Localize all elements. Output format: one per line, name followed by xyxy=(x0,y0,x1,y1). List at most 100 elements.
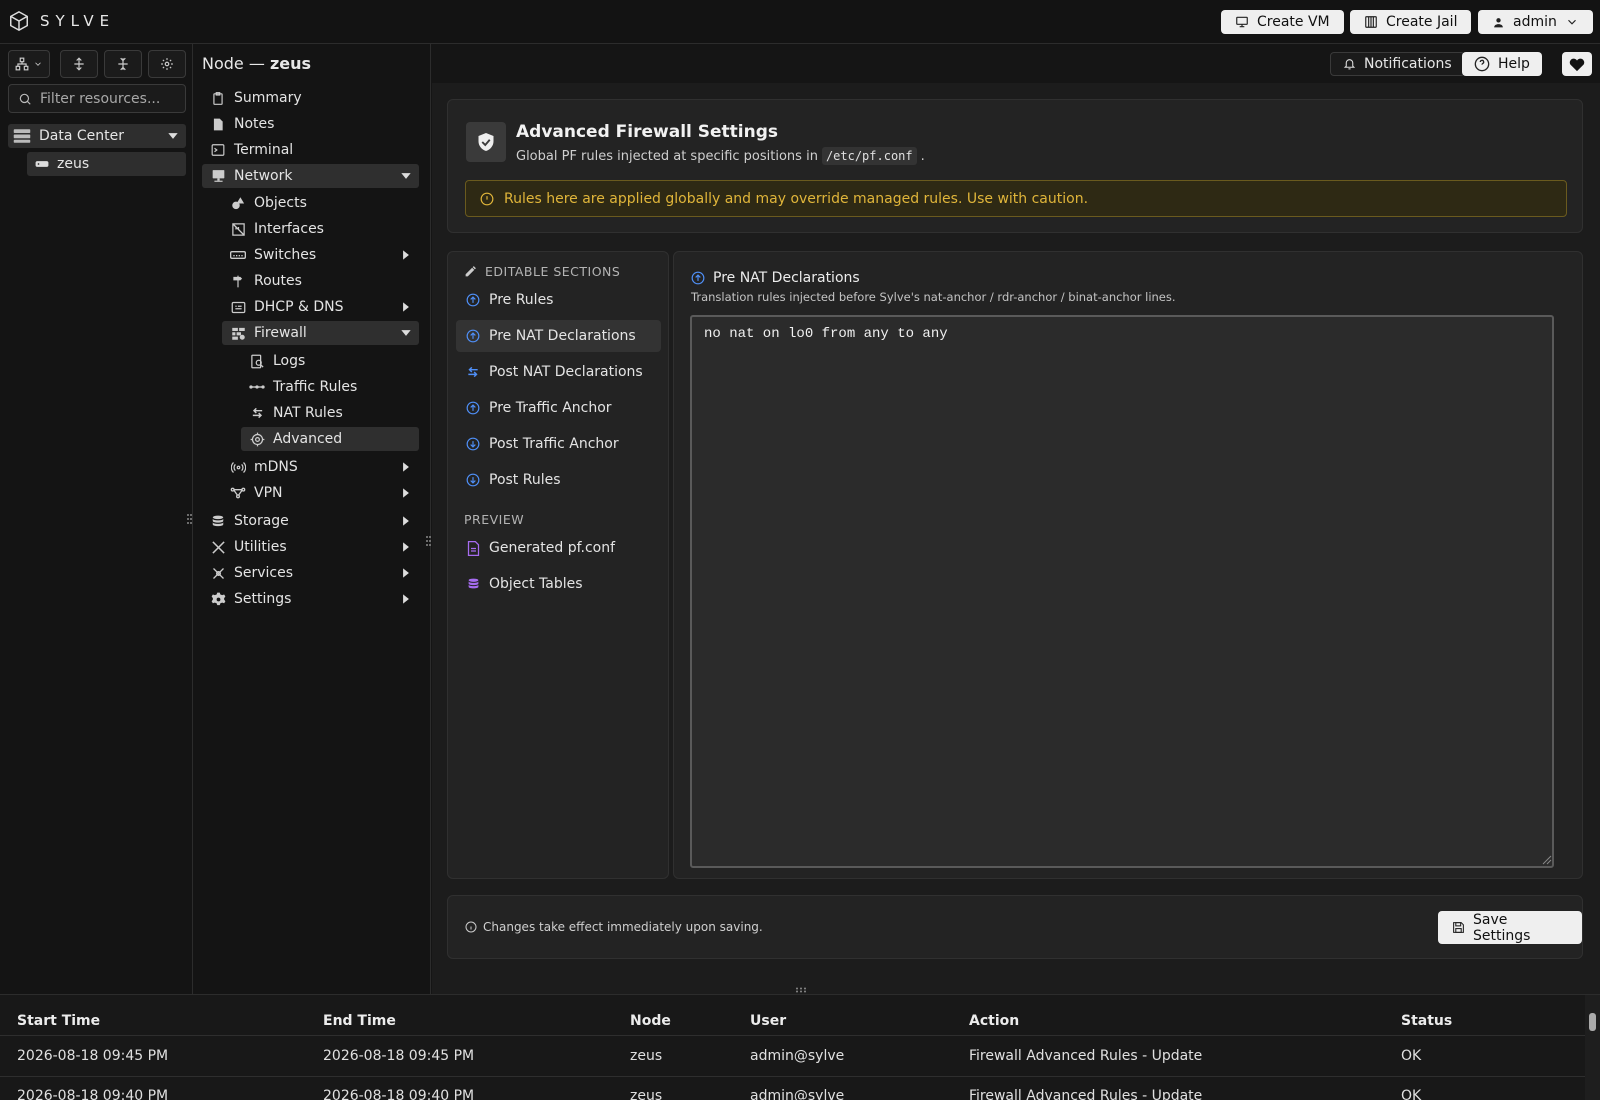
nav-storage[interactable]: Storage xyxy=(202,509,419,533)
nav-notes[interactable]: Notes xyxy=(202,112,419,136)
column-header-action[interactable]: Action xyxy=(969,1013,1019,1029)
preview-item-generated-pf-conf[interactable]: Generated pf.conf xyxy=(456,532,661,564)
arrow-down-circle-icon xyxy=(465,436,481,452)
preview-item-label: Object Tables xyxy=(489,576,583,592)
nav-mdns-label: mDNS xyxy=(254,459,298,475)
resize-handle[interactable] xyxy=(794,987,808,993)
column-header-start-time[interactable]: Start Time xyxy=(17,1013,100,1029)
notifications-button[interactable]: Notifications xyxy=(1330,52,1465,76)
filter-resources-input[interactable]: Filter resources... xyxy=(8,84,186,113)
nav-routes[interactable]: Routes xyxy=(222,269,419,293)
caret-down-icon xyxy=(399,169,413,183)
nav-firewall[interactable]: Firewall xyxy=(222,321,419,345)
collapse-all-button[interactable] xyxy=(104,50,142,78)
create-jail-button[interactable]: Create Jail xyxy=(1350,10,1472,34)
scrollbar-thumb[interactable] xyxy=(1589,1013,1596,1031)
nav-nat-rules[interactable]: NAT Rules xyxy=(241,401,419,425)
expand-all-button[interactable] xyxy=(60,50,98,78)
scrollbar[interactable] xyxy=(1585,995,1600,1100)
table-row[interactable]: 2026-08-18 09:40 PM 2026-08-18 09:40 PM … xyxy=(0,1077,1585,1100)
brand-name: SYLVE xyxy=(40,12,116,30)
help-label: Help xyxy=(1498,56,1530,72)
warning-text: Rules here are applied globally and may … xyxy=(504,190,1089,207)
resize-handle[interactable] xyxy=(425,534,432,548)
expand-icon xyxy=(72,57,86,71)
tree-settings-button[interactable] xyxy=(148,50,186,78)
section-item-pre-traffic-anchor[interactable]: Pre Traffic Anchor xyxy=(456,392,661,424)
nav-vpn-label: VPN xyxy=(254,485,283,501)
section-item-post-nat-declarations[interactable]: Post NAT Declarations xyxy=(456,356,661,388)
nav-services[interactable]: Services xyxy=(202,561,419,585)
shield-check-icon xyxy=(466,122,506,162)
nav-terminal-label: Terminal xyxy=(234,142,294,158)
nav-vpn[interactable]: VPN xyxy=(222,481,419,505)
firewall-icon xyxy=(230,325,246,341)
nav-summary[interactable]: Summary xyxy=(202,86,419,110)
cell-node: zeus xyxy=(630,1048,663,1064)
nav-switches[interactable]: Switches xyxy=(222,243,419,267)
log-search-icon xyxy=(249,353,265,369)
notifications-label: Notifications xyxy=(1364,56,1452,72)
node-icon xyxy=(35,159,49,169)
nav-terminal[interactable]: Terminal xyxy=(202,138,419,162)
nav-dhcp-dns-label: DHCP & DNS xyxy=(254,299,344,315)
info-icon xyxy=(465,921,477,933)
nav-nat-rules-label: NAT Rules xyxy=(273,405,343,421)
section-item-pre-nat-declarations[interactable]: Pre NAT Declarations xyxy=(456,320,661,352)
nav-interfaces[interactable]: Interfaces xyxy=(222,217,419,241)
nav-utilities-label: Utilities xyxy=(234,539,287,555)
column-header-status[interactable]: Status xyxy=(1401,1013,1452,1029)
search-icon xyxy=(18,92,32,106)
help-button[interactable]: Help xyxy=(1462,52,1542,76)
nav-traffic-rules[interactable]: Traffic Rules xyxy=(241,375,419,399)
nav-dhcp-dns[interactable]: DHCP & DNS xyxy=(222,295,419,319)
caret-right-icon xyxy=(399,540,413,554)
chevron-down-icon xyxy=(33,59,43,69)
section-item-pre-rules[interactable]: Pre Rules xyxy=(456,284,661,316)
editable-heading-text: EDITABLE SECTIONS xyxy=(485,264,621,279)
datacenter-label: Data Center xyxy=(39,128,124,144)
save-settings-label: Save Settings xyxy=(1473,911,1531,944)
nav-routes-label: Routes xyxy=(254,273,302,289)
resize-grip-icon[interactable] xyxy=(1542,855,1552,865)
node-nav-pane: Node — zeus Summary Notes Terminal Netwo… xyxy=(193,44,431,994)
nav-utilities[interactable]: Utilities xyxy=(202,535,419,559)
caret-right-icon xyxy=(399,460,413,474)
nav-objects-label: Objects xyxy=(254,195,307,211)
column-header-end-time[interactable]: End Time xyxy=(323,1013,396,1029)
nav-mdns[interactable]: mDNS xyxy=(222,455,419,479)
section-item-post-traffic-anchor[interactable]: Post Traffic Anchor xyxy=(456,428,661,460)
cell-action: Firewall Advanced Rules - Update xyxy=(969,1088,1203,1100)
table-row[interactable]: 2026-08-18 09:45 PM 2026-08-18 09:45 PM … xyxy=(0,1036,1585,1076)
user-name: admin xyxy=(1513,14,1557,30)
preview-item-object-tables[interactable]: Object Tables xyxy=(456,568,661,600)
tree-item-node-zeus[interactable]: zeus xyxy=(27,152,186,176)
resize-handle[interactable] xyxy=(186,512,193,526)
donate-button[interactable] xyxy=(1562,52,1592,76)
save-settings-button[interactable]: Save Settings xyxy=(1438,911,1582,944)
cube-logo-icon xyxy=(8,10,30,32)
dhcp-icon xyxy=(230,299,246,315)
column-header-user[interactable]: User xyxy=(750,1013,786,1029)
section-item-post-rules[interactable]: Post Rules xyxy=(456,464,661,496)
logo[interactable]: SYLVE xyxy=(8,10,115,32)
nav-network[interactable]: Network xyxy=(202,164,419,188)
nav-settings[interactable]: Settings xyxy=(202,587,419,611)
page-header-card: Advanced Firewall Settings Global PF rul… xyxy=(447,99,1583,233)
nav-advanced[interactable]: Advanced xyxy=(241,427,419,451)
cell-start-time: 2026-08-18 09:40 PM xyxy=(17,1088,169,1100)
column-header-node[interactable]: Node xyxy=(630,1013,671,1029)
cell-user: admin@sylve xyxy=(750,1088,845,1100)
jail-icon xyxy=(1364,15,1378,29)
floppy-disk-icon xyxy=(1452,921,1465,934)
rules-textarea[interactable]: no nat on lo0 from any to any xyxy=(690,315,1554,868)
create-vm-button[interactable]: Create VM xyxy=(1221,10,1344,34)
nav-firewall-logs[interactable]: Logs xyxy=(241,349,419,373)
nav-objects[interactable]: Objects xyxy=(222,191,419,215)
bell-icon xyxy=(1343,57,1356,71)
cell-node: zeus xyxy=(630,1088,663,1100)
view-mode-dropdown[interactable] xyxy=(8,50,50,78)
tree-item-datacenter[interactable]: Data Center xyxy=(8,124,186,148)
user-menu-button[interactable]: admin xyxy=(1478,10,1593,34)
arrow-up-circle-icon xyxy=(465,400,481,416)
